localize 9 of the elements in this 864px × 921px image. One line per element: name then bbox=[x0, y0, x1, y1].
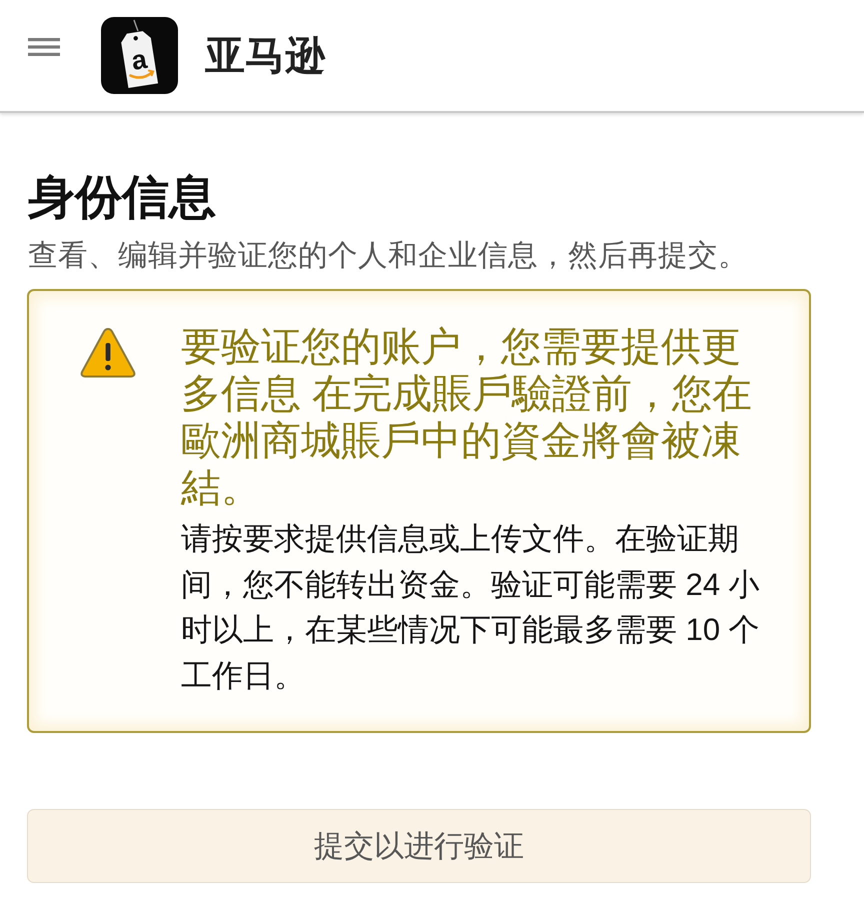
alert-message: 请按要求提供信息或上传文件。在验证期间，您不能转出资金。验证可能需要 24 小时以上，在某些情况下可能最多需要 10 个工作日。 bbox=[181, 520, 761, 694]
alert-title: 要验证您的账户，您需要提供更多信息 在完成賬戶驗證前，您在歐洲商城賬戶中的資金將會被凍結。 bbox=[181, 324, 754, 512]
menu-button[interactable] bbox=[28, 37, 60, 59]
page-heading: 身份信息 bbox=[28, 169, 217, 225]
app-title: 亚马逊 bbox=[205, 32, 325, 80]
page-subtitle: 查看、编辑并验证您的个人和企业信息，然后再提交。 bbox=[28, 238, 749, 274]
app-logo: a bbox=[101, 17, 178, 94]
menu-icon bbox=[28, 37, 60, 57]
warning-icon bbox=[79, 326, 137, 379]
